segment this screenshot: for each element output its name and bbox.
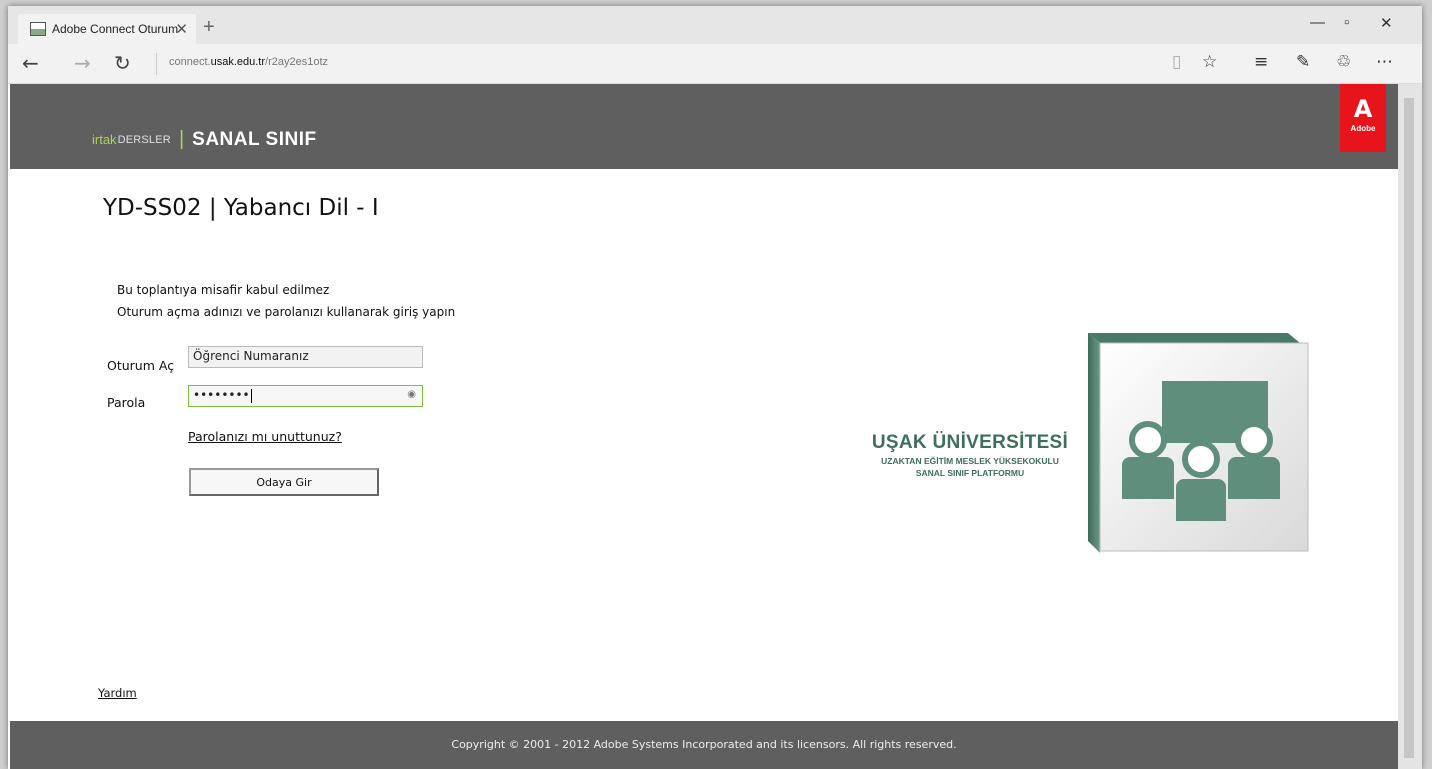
forward-arrow-icon[interactable]: → bbox=[74, 51, 91, 75]
restore-icon[interactable]: ▫ bbox=[1344, 14, 1349, 31]
help-link[interactable]: Yardım bbox=[98, 686, 137, 700]
refresh-icon[interactable]: ↻ bbox=[114, 51, 131, 75]
password-label: Parola bbox=[107, 395, 146, 410]
reading-view-icon[interactable]: ▯ bbox=[1172, 52, 1181, 72]
guest-notice: Bu toplantıya misafir kabul edilmez bbox=[117, 283, 330, 297]
new-tab-button[interactable]: + bbox=[203, 16, 215, 39]
adobe-text: Adobe bbox=[1350, 124, 1376, 133]
favorite-star-icon[interactable]: ☆ bbox=[1202, 52, 1217, 72]
minimize-icon[interactable]: — bbox=[1310, 14, 1325, 31]
more-icon[interactable]: ⋯ bbox=[1376, 52, 1393, 72]
web-note-icon[interactable]: ✎ bbox=[1296, 52, 1310, 72]
web-page: irtak DERSLER | SANAL SINIF A Adobe YD-S… bbox=[10, 84, 1398, 769]
browser-window: Adobe Connect Oturum ✕ + — ▫ ✕ ← → ↻ con… bbox=[8, 6, 1422, 769]
brand-divider: | bbox=[178, 128, 185, 150]
enter-room-button[interactable]: Odaya Gir bbox=[189, 468, 379, 496]
hub-icon[interactable]: ≡ bbox=[1254, 52, 1268, 72]
address-bar-row: ← → ↻ connect.usak.edu.tr/r2ay2es1otz ▯ … bbox=[8, 44, 1422, 84]
favicon-icon bbox=[30, 22, 46, 36]
brand-name: SANAL SINIF bbox=[192, 128, 317, 150]
adobe-mark: A bbox=[1353, 95, 1373, 123]
tab-title: Adobe Connect Oturum bbox=[52, 22, 179, 36]
copyright-text: Copyright © 2001 - 2012 Adobe Systems In… bbox=[451, 738, 957, 751]
password-input-value: •••••••• bbox=[193, 388, 250, 402]
forgot-password-link[interactable]: Parolanızı mı unuttunuz? bbox=[188, 429, 342, 444]
close-tab-icon[interactable]: ✕ bbox=[175, 20, 188, 38]
vertical-scrollbar[interactable] bbox=[1398, 84, 1422, 769]
url-field[interactable]: connect.usak.edu.tr/r2ay2es1otz bbox=[169, 56, 328, 68]
university-platform: SANAL SINIF PLATFORMU bbox=[915, 468, 1025, 478]
address-divider bbox=[156, 53, 157, 75]
password-input[interactable]: •••••••• ◉ bbox=[188, 385, 423, 407]
page-header: irtak DERSLER | SANAL SINIF A Adobe bbox=[10, 84, 1398, 169]
irtak-logo: irtak DERSLER | SANAL SINIF bbox=[92, 128, 317, 151]
share-icon[interactable]: ♲ bbox=[1336, 52, 1351, 72]
reveal-password-icon[interactable]: ◉ bbox=[407, 389, 416, 400]
scrollbar-thumb[interactable] bbox=[1404, 98, 1414, 758]
back-arrow-icon[interactable]: ← bbox=[22, 51, 39, 75]
close-window-icon[interactable]: ✕ bbox=[1380, 14, 1393, 32]
text-caret bbox=[250, 388, 252, 403]
university-logo: UŞAK ÜNİVERSİTESİ UZAKTAN EĞİTİM MESLEK … bbox=[860, 432, 1080, 478]
page-title: YD-SS02 | Yabancı Dil - I bbox=[103, 195, 379, 221]
login-label: Oturum Aç bbox=[107, 358, 175, 373]
university-name: UŞAK ÜNİVERSİTESİ bbox=[871, 432, 1069, 453]
login-instructions: Oturum açma adınızı ve parolanızı kullan… bbox=[117, 305, 456, 319]
brand-dersler: DERSLER bbox=[117, 133, 171, 146]
adobe-logo: A Adobe bbox=[1340, 84, 1386, 152]
browser-tab[interactable]: Adobe Connect Oturum ✕ bbox=[18, 14, 196, 44]
page-footer: Copyright © 2001 - 2012 Adobe Systems In… bbox=[10, 721, 1398, 769]
login-input-value: Öğrenci Numaranız bbox=[193, 349, 309, 363]
login-input[interactable]: Öğrenci Numaranız bbox=[188, 346, 423, 368]
university-school: UZAKTAN EĞİTİM MESLEK YÜKSEKOKULU bbox=[881, 456, 1059, 466]
virtual-classroom-icon bbox=[1088, 333, 1309, 553]
tab-bar: Adobe Connect Oturum ✕ + — ▫ ✕ bbox=[8, 6, 1422, 44]
brand-irtak: irtak bbox=[92, 132, 117, 147]
